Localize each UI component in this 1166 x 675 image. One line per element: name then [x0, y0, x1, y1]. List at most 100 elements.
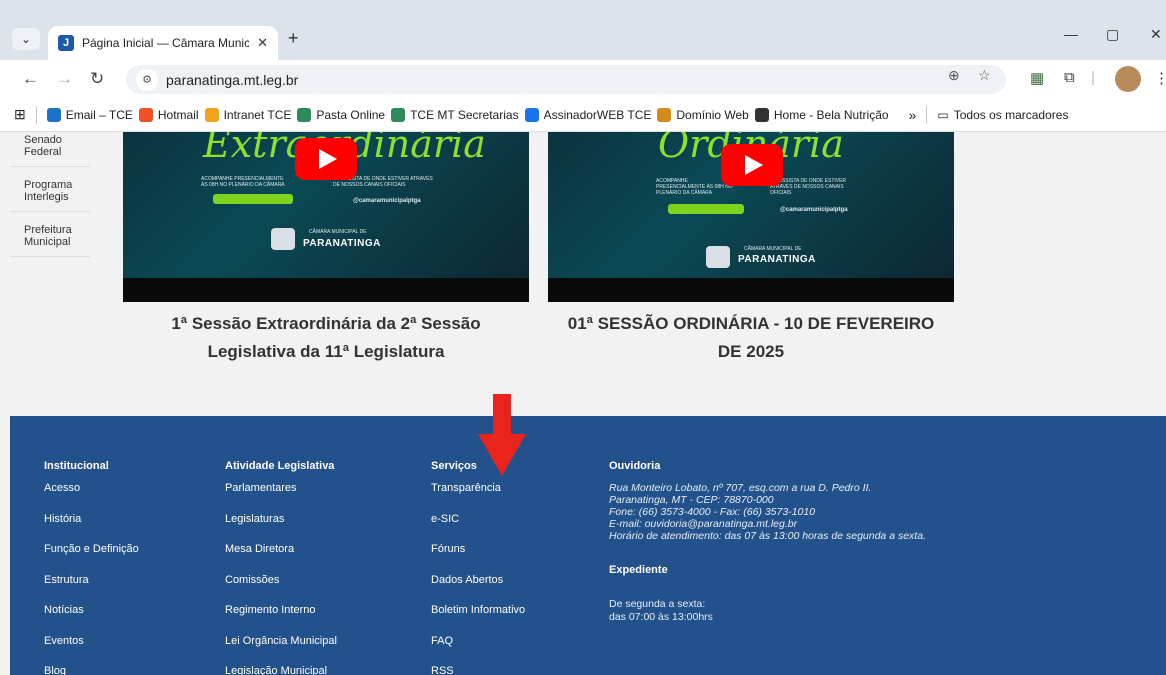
bookmark-favicon-icon [297, 107, 312, 122]
video-1-control-bar [123, 278, 529, 302]
footer-heading-expediente: Expediente [609, 564, 668, 576]
bookmark-label: Home - Bela Nutrição [773, 107, 889, 122]
youtube-play-icon[interactable] [295, 138, 357, 180]
video-player-1[interactable]: Extraordinária ACOMPANHE PRESENCIALMENTE… [123, 132, 529, 302]
video-2-caption[interactable]: 01ª SESSÃO ORDINÁRIA - 10 DE FEVEREIRO D… [548, 310, 954, 366]
video-1-caption[interactable]: 1ª Sessão Extraordinária da 2ª Sessão Le… [123, 310, 529, 366]
reload-icon[interactable]: ↻ [90, 69, 104, 89]
tab-close-icon[interactable]: ✕ [257, 35, 268, 51]
minimize-icon[interactable]: — [1064, 26, 1078, 42]
bookmark-favicon-icon [138, 107, 153, 122]
tab-active[interactable]: J Página Inicial — Câmara Munici ✕ [48, 26, 278, 60]
footer-link-dados-abertos[interactable]: Dados Abertos [431, 574, 525, 605]
sidebar-item-senado[interactable]: Senado Federal [10, 132, 90, 167]
bookmark-item[interactable]: Home - Bela Nutrição [754, 107, 889, 122]
bookmark-item[interactable]: Domínio Web [657, 107, 749, 122]
footer-link-historia[interactable]: História [44, 513, 139, 544]
ouvidoria-phone: Fone: (66) 3573-4000 - Fax: (66) 3573-10… [609, 506, 816, 518]
bookmark-label: AssinadorWEB TCE [543, 107, 652, 122]
bookmark-favicon-icon [524, 107, 539, 122]
ouvidoria-address-2: Paranatinga, MT - CEP: 78870-000 [609, 494, 774, 506]
footer-link-faq[interactable]: FAQ [431, 635, 525, 666]
new-tab-icon[interactable]: + [288, 28, 299, 49]
youtube-play-icon[interactable] [721, 144, 783, 186]
video-2-control-bar [548, 278, 954, 302]
folder-icon: ▭ [937, 107, 949, 122]
footer-link-comissoes[interactable]: Comissões [225, 574, 337, 605]
footer-link-rss[interactable]: RSS [431, 665, 525, 675]
footer-link-legislaturas[interactable]: Legislaturas [225, 513, 337, 544]
bookmark-favicon-icon [391, 107, 406, 122]
video-player-2[interactable]: Ordinária ACOMPANHE PRESENCIALMENTE ÀS 0… [548, 132, 954, 302]
url-text[interactable]: paranatinga.mt.leg.br [166, 72, 298, 88]
footer-link-foruns[interactable]: Fóruns [431, 543, 525, 574]
footer-link-blog[interactable]: Blog [44, 665, 139, 675]
bookmark-favicon-icon [754, 107, 769, 122]
extensions-puzzle-icon[interactable]: ⧉ [1064, 69, 1075, 86]
ouvidoria-email[interactable]: E-mail: ouvidoria@paranatinga.mt.leg.br [609, 518, 1149, 530]
address-bar[interactable]: ⚙ paranatinga.mt.leg.br [126, 65, 1006, 94]
footer-link-estrutura[interactable]: Estrutura [44, 574, 139, 605]
footer-col-atividade: Atividade Legislativa Parlamentares Legi… [225, 460, 337, 675]
bookmark-favicon-icon [657, 107, 672, 122]
bookmark-label: Email – TCE [65, 107, 133, 122]
footer-link-transparencia[interactable]: Transparência [431, 482, 525, 513]
zoom-icon[interactable]: ⊕ [948, 67, 960, 84]
close-window-icon[interactable]: ✕ [1150, 26, 1162, 43]
footer-link-regimento[interactable]: Regimento Interno [225, 604, 337, 635]
bookmark-item[interactable]: Intranet TCE [204, 107, 292, 122]
more-bookmarks-icon[interactable]: » [909, 107, 917, 123]
sidebar-item-prefeitura[interactable]: Prefeitura Municipal [10, 212, 90, 257]
video-1-handle: @camaramunicipalptga [353, 198, 421, 204]
video-1-caption-line1: 1ª Sessão Extraordinária da 2ª Sessão [171, 314, 481, 333]
footer-link-lei-organica[interactable]: Lei Orgância Municipal [225, 635, 337, 666]
bookmark-label: Intranet TCE [223, 107, 292, 122]
footer-col-institucional: Institucional Acesso História Função e D… [44, 460, 139, 675]
bookmark-item[interactable]: AssinadorWEB TCE [524, 107, 652, 122]
apps-grid-icon[interactable]: ⊞ [14, 106, 26, 123]
ouvidoria-hours: Horário de atendimento: das 07 às 13:00 … [609, 530, 926, 542]
video-1-caption-line2: Legislativa da 11ª Legislatura [207, 342, 445, 361]
bookmark-star-icon[interactable]: ☆ [978, 67, 991, 84]
site-favicon-icon: J [58, 35, 74, 51]
bookmark-item[interactable]: TCE MT Secretarias [391, 107, 519, 122]
video-2-caption-line2: DE 2025 [717, 342, 785, 361]
red-arrow-annotation-icon [478, 394, 526, 476]
footer-col-servicos: Serviços Transparência e-SIC Fóruns Dado… [431, 460, 525, 675]
browser-window: ⌄ J Página Inicial — Câmara Munici ✕ + —… [0, 0, 1166, 675]
all-bookmarks-folder[interactable]: ▭ Todos os marcadores [937, 108, 1068, 122]
video-1-brand: PARANATINGA [303, 238, 381, 249]
footer-link-boletim[interactable]: Boletim Informativo [431, 604, 525, 635]
back-icon[interactable]: ← [22, 69, 39, 89]
footer-link-esic[interactable]: e-SIC [431, 513, 525, 544]
expediente-line-2: das 07:00 às 13:00hrs [609, 611, 713, 623]
footer-link-eventos[interactable]: Eventos [44, 635, 139, 666]
site-settings-icon[interactable]: ⚙ [136, 68, 158, 91]
video-1-brand-small: CÂMARA MUNICIPAL DE [309, 229, 367, 235]
footer-link-mesa-diretora[interactable]: Mesa Diretora [225, 543, 337, 574]
bookmark-label: Hotmail [157, 107, 199, 122]
menu-icon[interactable]: ⋮ [1154, 69, 1166, 87]
tab-search-chevron-icon[interactable]: ⌄ [12, 28, 40, 50]
forward-icon[interactable]: → [56, 69, 73, 89]
bookmark-item[interactable]: Hotmail [138, 107, 199, 122]
footer-heading-ouvidoria: Ouvidoria [609, 460, 661, 472]
ouvidoria-address-1: Rua Monteiro Lobato, nº 707, esq.com a r… [609, 482, 872, 494]
footer-link-acesso[interactable]: Acesso [44, 482, 139, 513]
bookmark-item[interactable]: Pasta Online [297, 107, 385, 122]
footer-link-funcao[interactable]: Função e Definição [44, 543, 139, 574]
video-1-crest-logo [271, 228, 295, 250]
extension-icon[interactable]: ▦ [1030, 69, 1044, 87]
browser-toolbar: ← → ↻ ⚙ paranatinga.mt.leg.br ⊕ ☆ ▦ ⧉ | … [0, 60, 1166, 98]
page-content: Senado Federal Programa Interlegis Prefe… [0, 132, 1166, 675]
footer-link-legislacao[interactable]: Legislação Municipal [225, 665, 337, 675]
video-2-brand: PARANATINGA [738, 254, 816, 265]
footer-link-noticias[interactable]: Notícias [44, 604, 139, 635]
footer-link-parlamentares[interactable]: Parlamentares [225, 482, 337, 513]
video-1-small-text: ACOMPANHE PRESENCIALMENTE ÀS 08H NO PLEN… [201, 176, 285, 188]
profile-avatar[interactable] [1115, 66, 1141, 92]
sidebar-item-interlegis[interactable]: Programa Interlegis [10, 167, 90, 212]
bookmark-item[interactable]: Email – TCE [46, 107, 133, 122]
restore-icon[interactable]: ▢ [1106, 26, 1119, 43]
all-bookmarks-label: Todos os marcadores [953, 107, 1069, 122]
